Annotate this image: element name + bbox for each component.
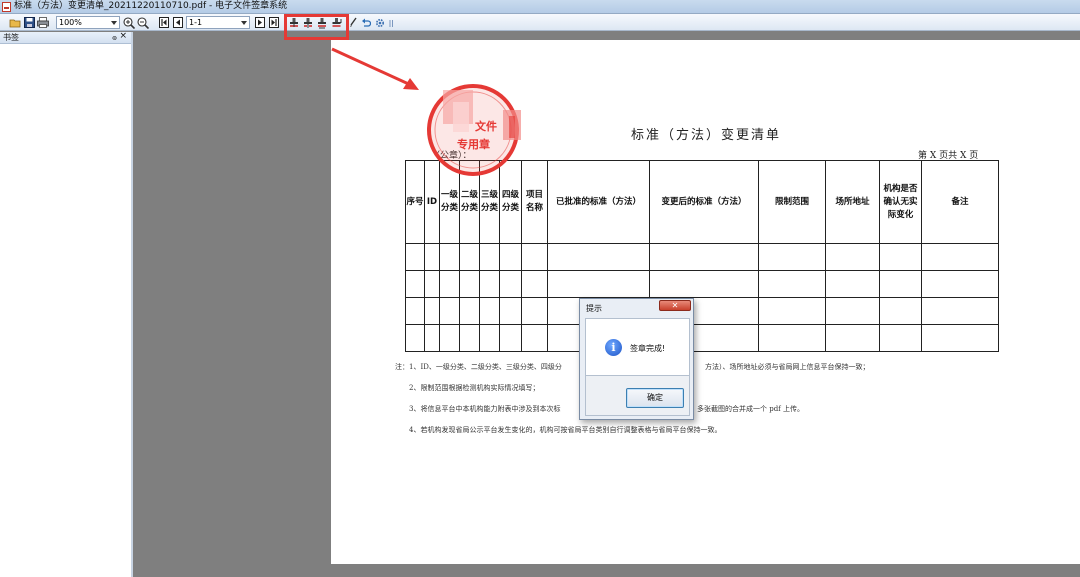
last-page-icon[interactable]: [268, 16, 279, 29]
note-line: 3、将信息平台中本机构能力附表中涉及到本次标: [409, 405, 561, 413]
pin-icon[interactable]: ๏: [112, 32, 117, 43]
table-row: [405, 270, 999, 298]
prompt-dialog: 提示 ✕ i 签章完成! 确定: [579, 298, 694, 420]
undo-icon[interactable]: [361, 16, 371, 29]
info-icon: i: [605, 339, 622, 356]
bookmark-panel-title: 书签: [3, 33, 19, 42]
ok-button[interactable]: 确定: [626, 388, 684, 408]
dialog-body: i 签章完成!: [585, 318, 690, 376]
header-cell: 变更后的标准（方法）: [649, 160, 759, 244]
note-line: 方法）、场所地址必须与省局网上信息平台保持一致；: [705, 363, 870, 371]
dialog-message: 签章完成!: [630, 344, 666, 353]
open-folder-icon[interactable]: [9, 16, 21, 29]
applied-seal-stamp[interactable]: 文件 专用章: [423, 82, 529, 176]
stamp-text-middle: 专用章: [457, 138, 490, 151]
bookmark-panel: 书签 ๏ ×: [0, 31, 133, 577]
table-row: [405, 243, 999, 271]
change-list-table: 序号 ID 一级分类 二级分类 三级分类 四级分类 项目名称 已批准的标准（方法…: [405, 160, 999, 352]
header-cell: 已批准的标准（方法）: [547, 160, 650, 244]
page-value: 1-1: [189, 18, 203, 27]
header-cell: 机构是否确认无实际变化: [879, 160, 922, 244]
pdf-file-icon: [2, 2, 11, 12]
document-title: 标准（方法）变更清单: [631, 128, 782, 143]
sign-pen-icon[interactable]: [348, 16, 358, 29]
dialog-close-button[interactable]: ✕: [659, 300, 691, 311]
close-icon[interactable]: ×: [119, 31, 127, 42]
zoom-in-icon[interactable]: [123, 16, 135, 29]
bookmark-panel-header: 书签 ๏ ×: [0, 31, 131, 44]
first-page-icon[interactable]: [158, 16, 169, 29]
header-cell: 场所地址: [825, 160, 880, 244]
header-cell: 序号: [405, 160, 425, 244]
dialog-title: 提示: [586, 304, 602, 313]
main-toolbar: 100% 1-1: [0, 14, 1080, 31]
prev-page-icon[interactable]: [172, 16, 183, 29]
note-line: 2、限制范围根据检测机构实际情况填写；: [409, 384, 540, 392]
table-row: [405, 324, 999, 352]
page-select[interactable]: 1-1: [186, 16, 250, 29]
stamp-tools-highlight: [284, 14, 349, 40]
header-cell: 备注: [921, 160, 999, 244]
save-icon[interactable]: [23, 16, 35, 29]
annotation-arrow: [331, 47, 419, 90]
settings-icon[interactable]: [375, 16, 385, 29]
chevron-down-icon: [241, 21, 247, 25]
zoom-select[interactable]: 100%: [56, 16, 120, 29]
window-title: 标准（方法）变更清单_20211220110710.pdf - 电子文件签章系统: [14, 1, 288, 11]
print-icon[interactable]: [37, 16, 49, 29]
table-row: [405, 297, 999, 325]
zoom-value: 100%: [59, 18, 82, 27]
toolbar-overflow-icon[interactable]: [388, 16, 394, 29]
chevron-down-icon: [111, 21, 117, 25]
note-line: 多张截图的合并成一个 pdf 上传。: [697, 405, 805, 413]
header-cell: 限制范围: [758, 160, 826, 244]
note-line: 注：1、ID、一级分类、二级分类、三级分类、四级分: [395, 363, 562, 371]
note-line: 4、若机构发现省局公示平台发生变化的，机构可按省局平台类别自行调整表格与省局平台…: [409, 426, 722, 434]
next-page-icon[interactable]: [254, 16, 265, 29]
zoom-out-icon[interactable]: [137, 16, 149, 29]
stamp-text-top: 文件: [475, 120, 497, 133]
window-titlebar: 标准（方法）变更清单_20211220110710.pdf - 电子文件签章系统: [0, 0, 1080, 14]
